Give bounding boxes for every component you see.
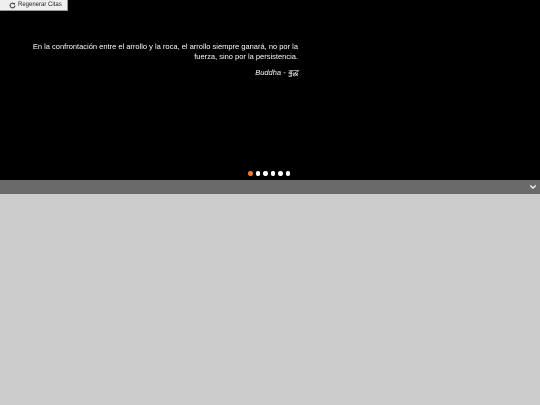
regenerate-quotes-label: Regenerar Citas: [18, 1, 62, 8]
refresh-icon: [9, 2, 16, 9]
quote-text: En la confrontación entre el arrollo y l…: [32, 42, 298, 61]
carousel-dot-3[interactable]: [263, 171, 268, 176]
quote-author: Buddha - बुद्ध: [255, 68, 298, 77]
carousel-dot-6[interactable]: [285, 171, 290, 176]
quote-block: En la confrontación entre el arrollo y l…: [24, 42, 298, 78]
carousel-dots: [248, 171, 290, 176]
quote-banner: Regenerar Citas En la confrontación entr…: [0, 0, 540, 180]
carousel-dot-5[interactable]: [278, 171, 283, 176]
collapse-bar: [0, 180, 540, 194]
regenerate-quotes-button[interactable]: Regenerar Citas: [0, 0, 68, 11]
carousel-dot-2[interactable]: [255, 171, 260, 176]
carousel-dot-1[interactable]: [248, 171, 253, 176]
carousel-dot-4[interactable]: [270, 171, 275, 176]
chevron-down-icon[interactable]: [529, 183, 537, 191]
content-area: [0, 194, 540, 405]
